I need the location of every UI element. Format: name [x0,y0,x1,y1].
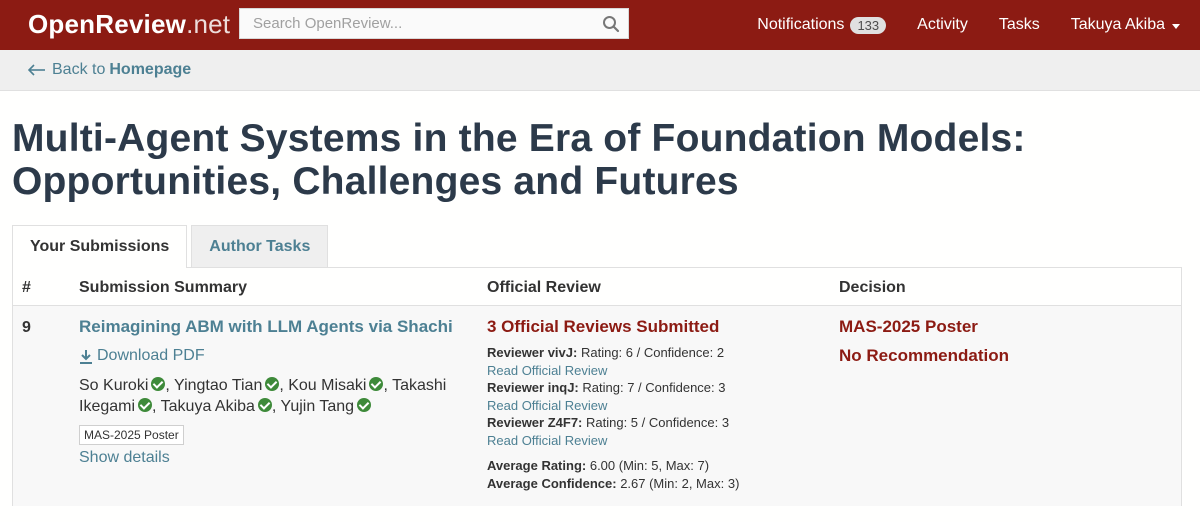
review-scores: Rating: 7 / Confidence: 3 [582,380,726,395]
back-target: Homepage [109,61,192,78]
user-menu[interactable]: Takuya Akiba [1071,16,1180,34]
activity-link[interactable]: Activity [917,16,968,34]
nav-menu: Notifications 133 Activity Tasks Takuya A… [757,0,1200,50]
average-confidence-value: 2.67 (Min: 2, Max: 3) [620,476,740,491]
venue-tag: MAS-2025 Poster [79,425,184,445]
review-entry: Reviewer vivJ: Rating: 6 / Confidence: 2 [487,344,817,362]
verified-check-icon [257,398,272,412]
average-scores: Average Rating: 6.00 (Min: 5, Max: 7) Av… [487,457,817,493]
tab-bar: Your Submissions Author Tasks [12,225,329,268]
submission-number: 9 [22,319,31,336]
verified-check-icon [138,398,153,412]
back-text: Back to [52,61,106,78]
top-navbar: OpenReview.net Notifications 133 Activity… [0,0,1200,50]
header-summary: Submission Summary [79,279,248,296]
review-entry: Reviewer Z4F7: Rating: 5 / Confidence: 3 [487,414,817,432]
tab-your-submissions[interactable]: Your Submissions [12,225,188,268]
download-icon [80,349,92,364]
author-name[interactable]: Takuya Akiba [161,398,255,415]
average-confidence-label: Average Confidence: [487,476,617,491]
average-rating: Average Rating: 6.00 (Min: 5, Max: 7) [487,457,817,475]
verified-check-icon [357,398,372,412]
reviews-summary: 3 Official Reviews Submitted [487,317,720,336]
back-to-homepage-link[interactable]: Back to Homepage [28,61,191,79]
read-review-link[interactable]: Read Official Review [487,432,817,450]
page-title: Multi-Agent Systems in the Era of Founda… [12,117,1026,203]
author-name[interactable]: Kou Misaki [288,377,366,394]
decision-cell: MAS-2025 Poster No Recommendation [839,317,1009,375]
decision-value: MAS-2025 Poster [839,317,978,336]
notifications-link[interactable]: Notifications 133 [757,16,887,34]
notifications-label: Notifications [757,16,845,33]
header-num: # [22,279,31,296]
author-name[interactable]: So Kuroki [79,377,148,394]
show-details-link[interactable]: Show details [79,449,170,467]
average-rating-value: 6.00 (Min: 5, Max: 7) [589,458,710,473]
average-rating-label: Average Rating: [487,458,587,473]
average-confidence: Average Confidence: 2.67 (Min: 2, Max: 3… [487,475,817,493]
brand-suffix: .net [186,9,231,39]
caret-down-icon [1172,23,1180,29]
review-entry: Reviewer inqJ: Rating: 7 / Confidence: 3 [487,379,817,397]
read-review-link[interactable]: Read Official Review [487,362,817,380]
author-name[interactable]: Yujin Tang [281,398,355,415]
official-review-cell: 3 Official Reviews Submitted Reviewer vi… [487,317,817,493]
brand-logo[interactable]: OpenReview.net [28,9,230,40]
reviewer-id: Reviewer vivJ: [487,345,578,360]
read-review-link[interactable]: Read Official Review [487,397,817,415]
brand-name: OpenReview [28,9,187,39]
search-box [239,8,629,39]
download-pdf-link[interactable]: Download PDF [79,347,205,365]
tab-author-tasks[interactable]: Author Tasks [191,225,329,267]
verified-check-icon [369,377,384,391]
reviewer-id: Reviewer inqJ: [487,380,579,395]
author-list: So Kuroki, Yingtao Tian, Kou Misaki, Tak… [79,377,447,415]
recommendation-value: No Recommendation [839,346,1010,365]
header-decision: Decision [839,279,906,296]
header-review: Official Review [487,279,601,296]
tasks-link[interactable]: Tasks [999,16,1040,34]
verified-check-icon [151,377,166,391]
user-name: Takuya Akiba [1070,16,1165,33]
back-bar: Back to Homepage [0,50,1200,91]
verified-check-icon [265,377,280,391]
review-scores: Rating: 5 / Confidence: 3 [586,415,730,430]
search-icon[interactable] [602,15,620,33]
notifications-count-badge: 133 [850,16,887,34]
review-scores: Rating: 6 / Confidence: 2 [580,345,725,360]
search-input[interactable] [240,9,628,38]
arrow-left-icon [28,64,45,76]
table-row: 9 Reimagining ABM with LLM Agents via Sh… [13,306,1181,506]
reviewer-id: Reviewer Z4F7: [487,415,583,430]
submission-title-link[interactable]: Reimagining ABM with LLM Agents via Shac… [79,317,453,337]
author-name[interactable]: Yingtao Tian [174,377,262,394]
submissions-table: # Submission Summary Official Review Dec… [12,267,1182,506]
download-pdf-label: Download PDF [97,347,205,364]
table-header: # Submission Summary Official Review Dec… [13,268,1181,306]
